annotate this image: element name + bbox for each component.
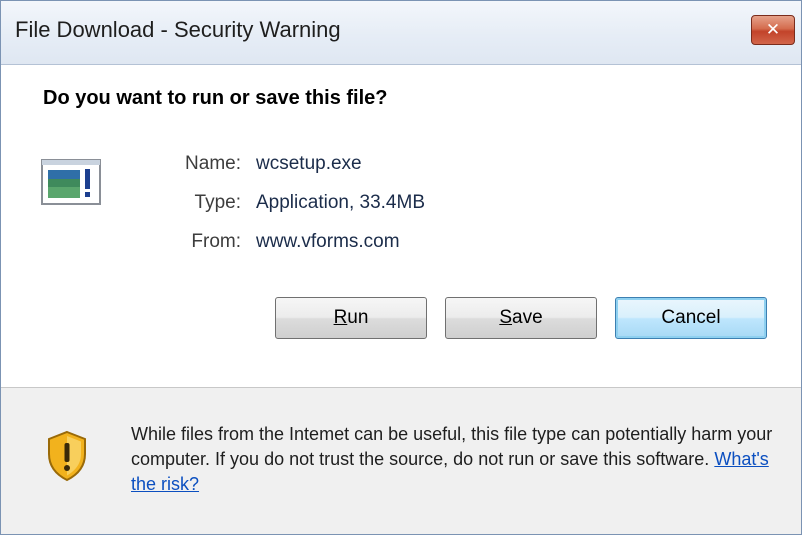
from-label: From: (191, 231, 241, 252)
type-label: Type: (194, 192, 241, 213)
name-label: Name: (185, 153, 241, 174)
warning-pane: While files from the Intemet can be usef… (1, 388, 801, 534)
close-icon: ✕ (765, 20, 781, 40)
warning-message: While files from the Intemet can be usef… (131, 422, 781, 497)
save-label: ave (512, 307, 543, 328)
cancel-button[interactable]: Cancel (615, 297, 767, 339)
cancel-label: Cancel (661, 307, 721, 328)
file-name: wcsetup.exe (256, 153, 362, 174)
shield-warning-icon (48, 430, 86, 482)
save-accelerator: S (499, 307, 513, 328)
file-source: www.vforms.com (256, 231, 400, 252)
run-accelerator: R (333, 307, 348, 328)
run-label: un (347, 307, 369, 328)
file-type: Application, 33.4MB (256, 192, 425, 213)
save-button[interactable]: Save (445, 297, 597, 339)
warning-text: While files from the Intemet can be usef… (131, 424, 773, 469)
dialog-question: Do you want to run or save this file? (43, 87, 388, 109)
run-button[interactable]: Run (275, 297, 427, 339)
security-warning-dialog: File Download - Security Warning ✕ Do yo… (0, 0, 802, 535)
close-button[interactable]: ✕ (751, 15, 795, 45)
window-title: File Download - Security Warning (15, 17, 341, 42)
title-bar[interactable]: File Download - Security Warning ✕ (1, 1, 801, 65)
